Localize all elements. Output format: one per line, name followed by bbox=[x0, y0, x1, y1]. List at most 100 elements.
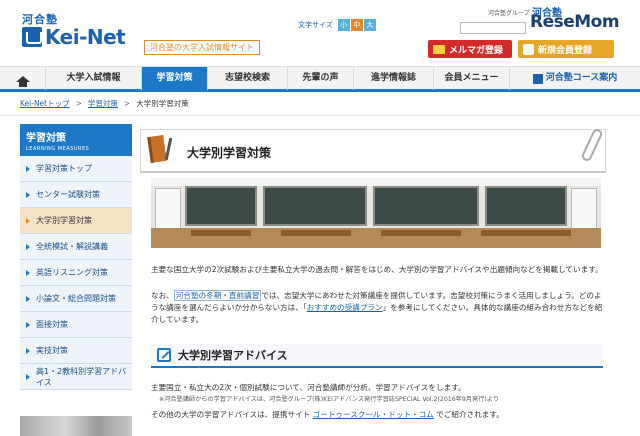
nav-senpai-voice[interactable]: 先輩の声 bbox=[288, 67, 354, 90]
breadcrumb-study[interactable]: 学習対策 bbox=[88, 98, 118, 109]
other-advice-text: その他の大学の学習アドバイスは、提携サイト ゴートゥースクール・ドット・コム で… bbox=[151, 409, 605, 421]
arrow-right-icon bbox=[26, 243, 30, 250]
course-icon bbox=[532, 73, 543, 84]
arrow-right-icon bbox=[26, 347, 30, 354]
nav-school-search[interactable]: 志望校検索 bbox=[208, 67, 288, 90]
sidebar-item-practical[interactable]: 実技対策 bbox=[20, 338, 132, 364]
font-size-large-button[interactable]: 大 bbox=[363, 19, 376, 31]
site-tagline: 河合塾の大学入試情報サイト bbox=[144, 40, 260, 55]
partner-site-link[interactable]: ゴートゥースクール・ドット・コム bbox=[313, 410, 434, 419]
recommended-plan-link[interactable]: おすすめの受講プラン bbox=[307, 303, 383, 312]
mail-magazine-button[interactable]: メルマガ登録 bbox=[428, 40, 512, 58]
divider bbox=[0, 115, 640, 116]
sidebar-subtitle: LEARNING MEASURES bbox=[26, 146, 90, 152]
sidebar-item-essay[interactable]: 小論文・総合問題対策 bbox=[20, 286, 132, 312]
desk bbox=[481, 230, 571, 236]
desk bbox=[381, 230, 461, 236]
mail-magazine-label: メルマガ登録 bbox=[449, 45, 504, 56]
nav-magazine[interactable]: 進学情報誌 bbox=[354, 67, 434, 90]
nav-course-label: 河合塾コース案内 bbox=[545, 73, 618, 83]
sidebar-item-study-top[interactable]: 学習対策トップ bbox=[20, 156, 132, 182]
sidebar-title: 学習対策 bbox=[26, 133, 66, 144]
page-title: 大学別学習対策 bbox=[187, 146, 272, 160]
blackboard bbox=[373, 186, 479, 226]
section-title: 大学別学習アドバイス bbox=[178, 349, 288, 362]
sidebar-item-interview[interactable]: 面接対策 bbox=[20, 312, 132, 338]
register-label: 新規会員登録 bbox=[538, 45, 593, 56]
arrow-right-icon bbox=[26, 373, 30, 380]
logo-text: Kei-Net bbox=[45, 25, 126, 49]
arrow-right-icon bbox=[26, 269, 30, 276]
font-size-small-button[interactable]: 小 bbox=[337, 19, 350, 31]
nav-entrance-exam-info[interactable]: 大学入試情報 bbox=[46, 67, 142, 90]
book-icon bbox=[22, 27, 42, 47]
winter-course-link[interactable]: 河合塾の冬期・直前講習 bbox=[173, 290, 262, 301]
text-fragment: なお、 bbox=[151, 291, 174, 300]
classroom-window bbox=[155, 188, 181, 232]
resemom-watermark: ReseMom bbox=[530, 12, 620, 32]
arrow-right-icon bbox=[26, 217, 30, 224]
classroom-window bbox=[571, 188, 597, 232]
section-header: 大学別学習アドバイス bbox=[151, 344, 603, 368]
sidebar-item-label: 高1・2教科別学習アドバイス bbox=[36, 366, 127, 387]
paper-clip-icon bbox=[580, 127, 604, 163]
text-fragment: その他の大学の学習アドバイスは、提携サイト bbox=[151, 410, 313, 419]
nav-home[interactable] bbox=[0, 67, 46, 90]
arrow-right-icon bbox=[26, 295, 30, 302]
blackboard bbox=[185, 186, 257, 226]
advice-text: 主要国立・私立大の2次・個別試験について、河合塾講師が分析、学習アドバイスをしま… bbox=[151, 383, 466, 392]
site-header: 河合塾 Kei-Net 河合塾の大学入試情報サイト 文字サイズ 小 中 大 河合… bbox=[0, 0, 640, 66]
sidebar-item-label: センター試験対策 bbox=[36, 190, 100, 199]
breadcrumb-separator: > bbox=[123, 99, 131, 108]
sidebar-item-university[interactable]: 大学別学習対策 bbox=[20, 208, 132, 234]
blackboard bbox=[485, 186, 567, 226]
register-button[interactable]: 新規会員登録 bbox=[518, 40, 614, 58]
nav-course-guide[interactable]: 河合塾コース案内 bbox=[510, 67, 640, 90]
member-icon bbox=[523, 43, 534, 55]
sidebar-item-label: 面接対策 bbox=[36, 320, 68, 329]
breadcrumb-top[interactable]: Kei-Netトップ bbox=[20, 98, 70, 109]
mail-icon bbox=[433, 44, 445, 54]
text-fragment: でご紹介されます。 bbox=[433, 410, 504, 419]
sidebar-item-label: 学習対策トップ bbox=[36, 164, 92, 173]
font-size-medium-button[interactable]: 中 bbox=[350, 19, 363, 31]
advice-note: ※河合塾講師からの学習アドバイスは、河合塾グループ(株)KEIアドバンス発行学習… bbox=[159, 396, 500, 403]
arrow-right-icon bbox=[26, 191, 30, 198]
font-size-control: 文字サイズ 小 中 大 bbox=[298, 19, 376, 31]
nav-member-menu[interactable]: 会員メニュー bbox=[434, 67, 510, 90]
breadcrumb-current: 大学別学習対策 bbox=[136, 99, 189, 108]
pencil-icon bbox=[157, 348, 171, 362]
sidebar-item-label: 小論文・総合問題対策 bbox=[36, 294, 116, 303]
global-nav: 大学入試情報 学習対策 志望校検索 先輩の声 進学情報誌 会員メニュー 河合塾コ… bbox=[0, 66, 640, 92]
sidebar-item-listening[interactable]: 英語リスニング対策 bbox=[20, 260, 132, 286]
sidebar: 学習対策 LEARNING MEASURES 学習対策トップ センター試験対策 … bbox=[20, 124, 132, 390]
search-input[interactable] bbox=[460, 22, 526, 34]
blackboard bbox=[263, 186, 367, 226]
intro-text: 主要な国立大学の2次試験および主要私立大学の過去問・解答をはじめ、大学別の学習ア… bbox=[151, 265, 603, 274]
group-label: 河合塾グループ bbox=[488, 10, 530, 17]
font-size-label: 文字サイズ bbox=[298, 21, 333, 29]
classroom-photo bbox=[151, 178, 601, 248]
breadcrumb: Kei-Netトップ > 学習対策 > 大学別学習対策 bbox=[20, 98, 189, 109]
nav-study-measures[interactable]: 学習対策 bbox=[142, 67, 208, 90]
sidebar-item-center-exam[interactable]: センター試験対策 bbox=[20, 182, 132, 208]
page-title-box: 大学別学習対策 bbox=[140, 127, 606, 173]
sidebar-item-label: 大学別学習対策 bbox=[36, 216, 92, 225]
arrow-right-icon bbox=[26, 165, 30, 172]
desk bbox=[191, 230, 251, 236]
winter-course-text: なお、 河合塾の冬期・直前講習 では、志望大学にあわせた対策講座を提供しています。志… bbox=[151, 290, 605, 326]
sidebar-item-mock-exam[interactable]: 全統模試・解説講義 bbox=[20, 234, 132, 260]
desk bbox=[281, 230, 351, 236]
sidebar-item-label: 英語リスニング対策 bbox=[36, 268, 108, 277]
sidebar-header: 学習対策 LEARNING MEASURES bbox=[20, 124, 132, 156]
home-icon bbox=[15, 75, 30, 87]
classroom-ceiling bbox=[151, 178, 601, 186]
kei-net-logo[interactable]: Kei-Net bbox=[22, 25, 126, 49]
campus-photo[interactable] bbox=[20, 416, 132, 436]
arrow-right-icon bbox=[26, 321, 30, 328]
sidebar-item-label: 実技対策 bbox=[36, 346, 68, 355]
main-content: 大学別学習対策 主要な国立大学の2次試験および主要私立大学の過去問・解答をはじめ… bbox=[140, 124, 616, 436]
sidebar-item-subject-advice[interactable]: 高1・2教科別学習アドバイス bbox=[20, 364, 132, 390]
pen-icon bbox=[164, 137, 173, 161]
sidebar-item-label: 全統模試・解説講義 bbox=[36, 242, 108, 251]
